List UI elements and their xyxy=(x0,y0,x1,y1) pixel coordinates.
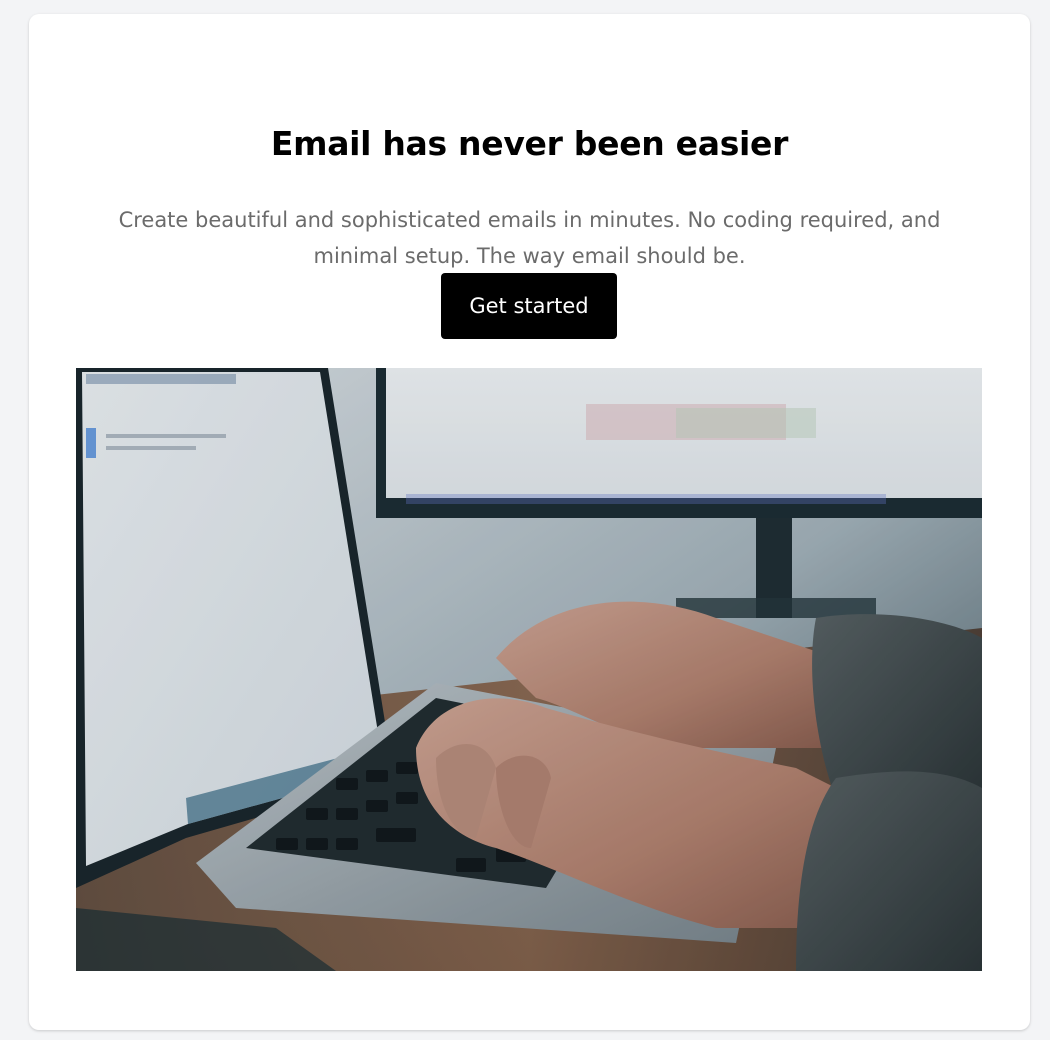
hero-card: Email has never been easier Create beaut… xyxy=(29,14,1030,1030)
hero-image xyxy=(76,368,982,971)
hero-title: Email has never been easier xyxy=(270,124,789,163)
get-started-button[interactable]: Get started xyxy=(441,273,617,339)
page: Email has never been easier Create beaut… xyxy=(0,0,1050,1040)
hero-subtitle: Create beautiful and sophisticated email… xyxy=(118,208,941,268)
